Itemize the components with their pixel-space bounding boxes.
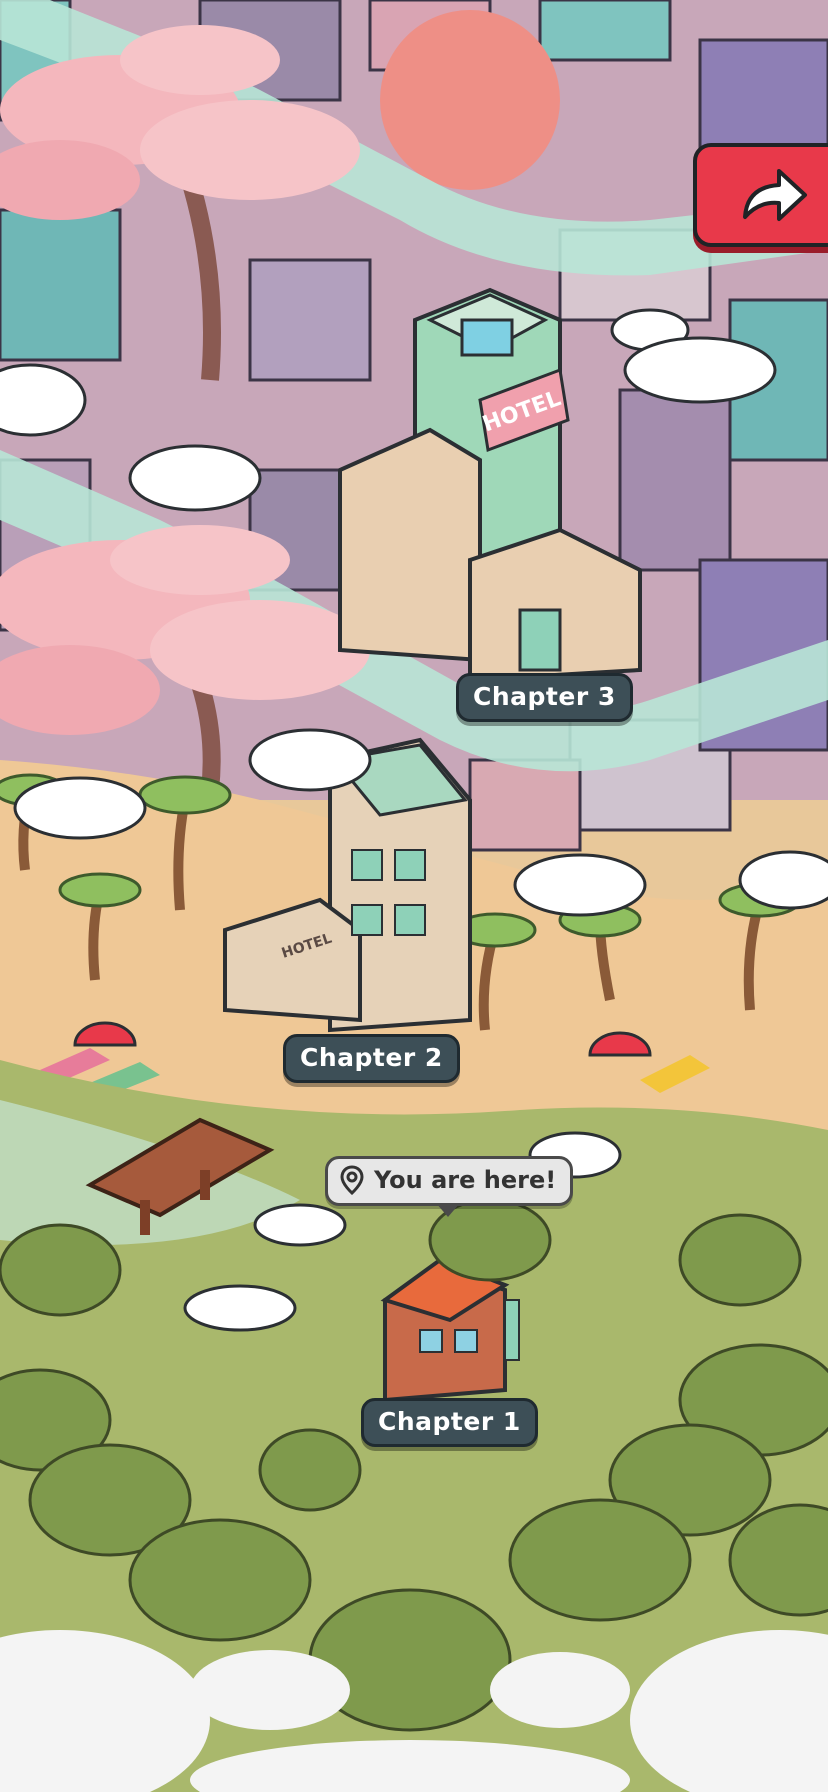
you-are-here-tooltip: You are here! xyxy=(325,1156,574,1217)
chapter-1-label: Chapter 1 xyxy=(378,1407,521,1436)
chapter-3-button[interactable]: Chapter 3 xyxy=(456,673,633,722)
location-pin-icon xyxy=(340,1165,364,1195)
chapter-2-button[interactable]: Chapter 2 xyxy=(283,1034,460,1083)
chapter-1-button[interactable]: Chapter 1 xyxy=(361,1398,538,1447)
share-button[interactable] xyxy=(693,143,828,247)
map-background: HOTEL HOTEL xyxy=(0,0,828,1792)
chapter-2-label: Chapter 2 xyxy=(300,1043,443,1072)
share-arrow-icon xyxy=(743,169,807,221)
chapter-3-label: Chapter 3 xyxy=(473,682,616,711)
you-are-here-label: You are here! xyxy=(374,1166,557,1194)
